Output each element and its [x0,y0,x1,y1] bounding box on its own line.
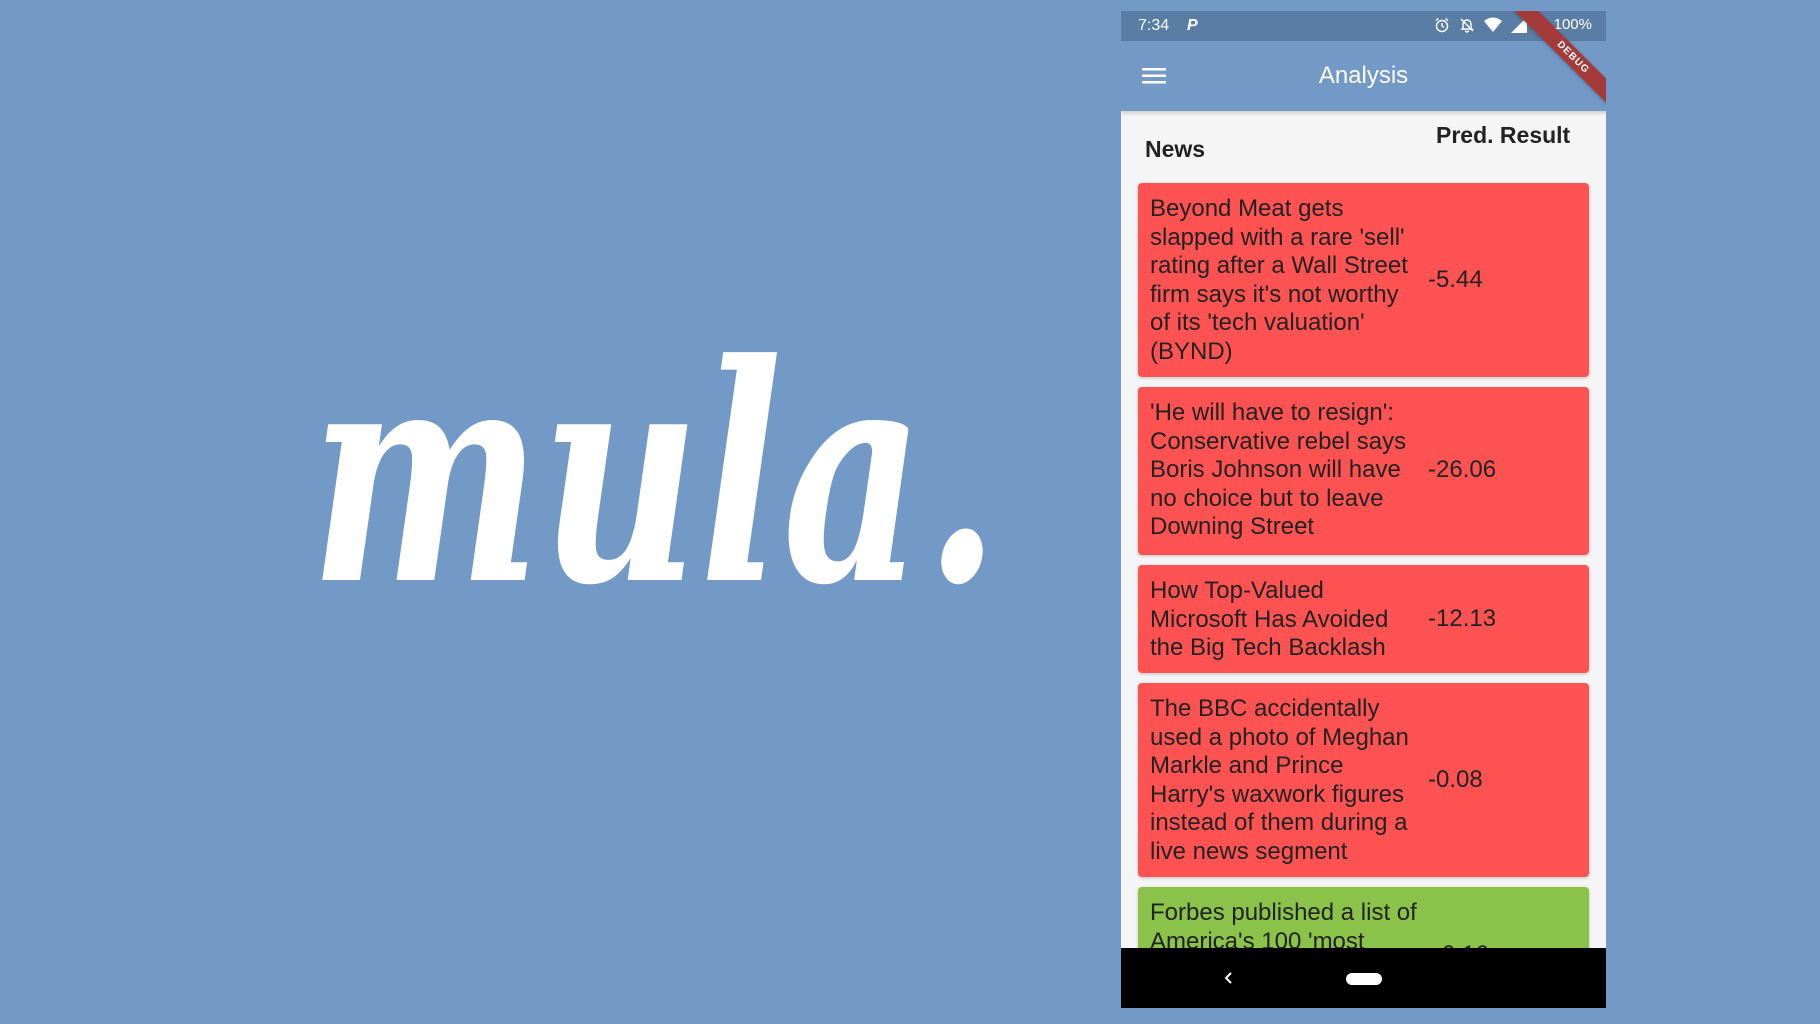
news-headline: Beyond Meat gets slapped with a rare 'se… [1150,195,1408,365]
prediction-result: -5.44 [1428,266,1483,293]
prediction-result: -26.06 [1428,456,1497,483]
column-header-news: News [1145,136,1206,162]
wifi-icon [1483,17,1502,32]
system-nav-bar [1121,948,1606,1008]
news-card[interactable]: The BBC accidentally used a photo of Meg… [1138,683,1589,877]
news-headline: The BBC accidentally used a photo of Meg… [1150,695,1409,865]
news-headline: How Top-Valued Microsoft Has Avoided the… [1150,577,1389,661]
logo-text: mula. [310,300,1000,630]
mula-logo: mula. [300,300,1020,630]
table-header: News Pred. Result [1121,111,1606,183]
phone-screen: 7:34 P 100% Analysis DEBUG News Pred. Re… [1121,11,1606,1008]
battery-percentage: 100% [1553,16,1592,33]
news-card[interactable]: Beyond Meat gets slapped with a rare 'se… [1138,183,1589,377]
status-time: 7:34 [1138,17,1170,34]
status-icons: 100% [1434,16,1592,33]
prediction-result: -0.08 [1428,766,1483,793]
news-headline: 'He will have to resign': Conservative r… [1150,399,1407,540]
back-chevron-icon[interactable] [1219,968,1239,988]
notifications-off-icon [1459,17,1474,33]
news-card[interactable]: 'He will have to resign': Conservative r… [1138,387,1589,555]
page-title: Analysis [1318,62,1409,89]
column-header-pred-result: Pred. Result [1436,122,1571,148]
home-pill-icon[interactable] [1346,973,1382,985]
prediction-result: -12.13 [1428,605,1497,632]
alarm-icon [1435,17,1449,32]
parking-icon: P [1187,17,1198,34]
news-card[interactable]: How Top-Valued Microsoft Has Avoided the… [1138,565,1589,673]
app-bar: Analysis [1121,41,1606,111]
